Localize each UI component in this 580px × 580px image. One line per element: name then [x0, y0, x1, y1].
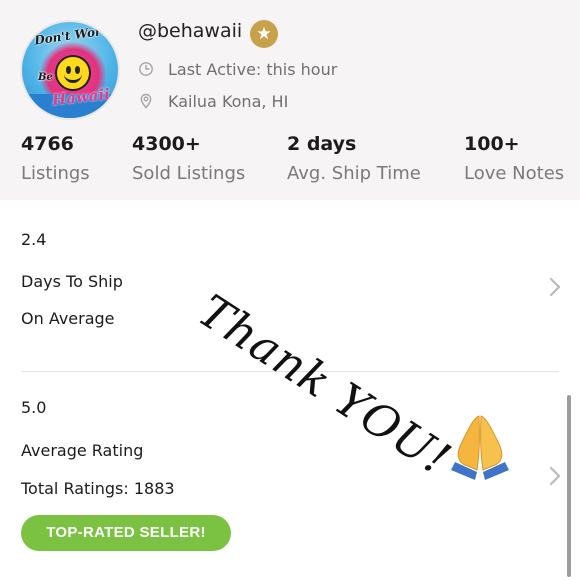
stat-value: 2 days [287, 133, 357, 155]
stat-label: Avg. Ship Time [287, 163, 421, 184]
stat-love-notes[interactable]: 100+ Love Notes [464, 133, 564, 184]
stat-label: Sold Listings [132, 163, 246, 184]
last-active: Last Active: this hour [138, 60, 337, 79]
average-rating-value: 5.0 [21, 398, 47, 417]
star-icon[interactable]: ★ [250, 20, 278, 48]
stat-label: Love Notes [464, 163, 565, 184]
smiley-face-icon [55, 55, 91, 91]
clock-icon [139, 62, 153, 76]
total-ratings: Total Ratings: 1883 [21, 479, 175, 498]
avatar[interactable]: Don't Worry Be Hawaii [20, 20, 120, 120]
stat-listings[interactable]: 4766 Listings [21, 133, 90, 184]
username[interactable]: @behawaii [138, 20, 242, 42]
profile-header: Don't Worry Be Hawaii @behawaii ★ Last A… [0, 0, 580, 200]
stat-avg-ship-time[interactable]: 2 days Avg. Ship Time [287, 133, 421, 184]
chevron-right-icon[interactable] [548, 465, 562, 487]
days-to-ship-subtitle: On Average [21, 309, 115, 328]
stat-value: 4300+ [132, 133, 201, 155]
folded-hands-icon [451, 415, 509, 480]
days-to-ship-title[interactable]: Days To Ship [21, 272, 123, 291]
chevron-right-icon[interactable] [548, 276, 562, 298]
last-active-text: Last Active: this hour [168, 60, 338, 79]
location: Kailua Kona, HI [138, 92, 288, 111]
avatar-logo-text: Be [38, 72, 53, 83]
scrollbar[interactable] [567, 395, 571, 577]
location-text: Kailua Kona, HI [168, 92, 289, 111]
stat-label: Listings [21, 163, 90, 184]
stat-sold-listings[interactable]: 4300+ Sold Listings [132, 133, 245, 184]
location-pin-icon [140, 93, 152, 109]
stat-value: 100+ [464, 133, 520, 155]
average-rating-title[interactable]: Average Rating [21, 441, 143, 460]
top-rated-seller-badge[interactable]: TOP-RATED SELLER! [21, 515, 231, 551]
days-to-ship-value: 2.4 [21, 230, 47, 249]
stat-value: 4766 [21, 133, 74, 155]
thank-you-overlay-text: Thank YOU! [189, 284, 461, 486]
